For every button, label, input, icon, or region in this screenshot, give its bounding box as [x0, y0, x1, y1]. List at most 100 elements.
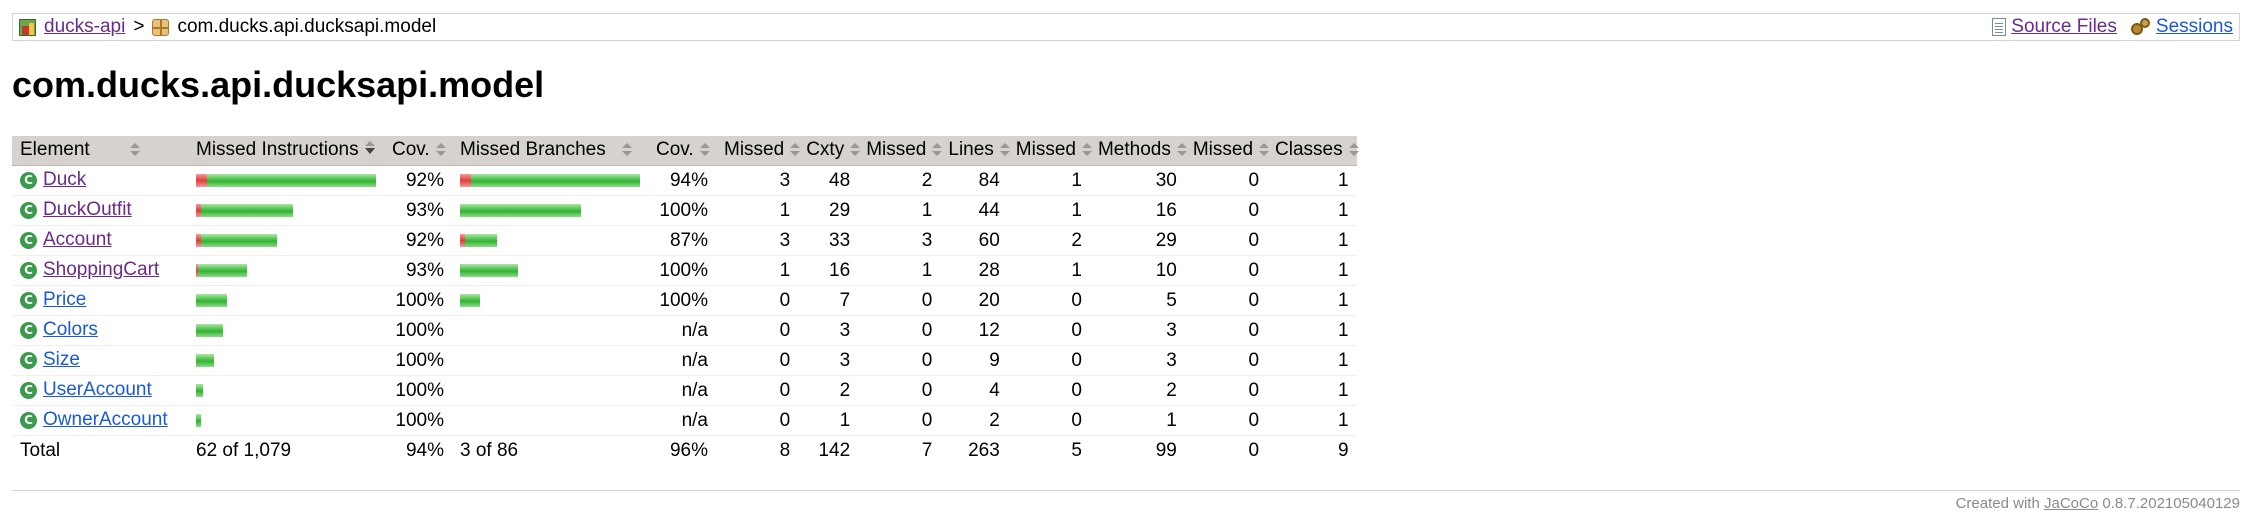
branch-coverage: n/a: [648, 315, 716, 346]
col-lines[interactable]: Lines: [940, 136, 1010, 166]
table-row: C Size 100% n/a 0 3 0 9 0 3 0 1: [12, 345, 1357, 376]
jacoco-link[interactable]: JaCoCo: [2044, 495, 2098, 512]
col-missed-lines[interactable]: Missed: [858, 136, 943, 166]
total-classes: 9: [1267, 435, 1357, 465]
missed-classes: 0: [1184, 315, 1268, 346]
total-missed-methods: 5: [1007, 435, 1090, 465]
branch-coverage: n/a: [648, 405, 716, 436]
element-cell: C DuckOutfit: [12, 195, 188, 226]
col-missed-methods[interactable]: Missed: [1007, 136, 1092, 166]
instr-coverage: 100%: [384, 285, 452, 316]
covered-bar-segment: [471, 174, 640, 187]
instructions-bar-cell: [188, 255, 384, 286]
class-link[interactable]: Price: [43, 289, 86, 310]
coverage-bar: [196, 384, 376, 397]
footer-prefix: Created with: [1955, 495, 2040, 512]
table-total-row: Total 62 of 1,079 94% 3 of 86 96% 8 142 …: [12, 435, 1357, 465]
col-missed-branches[interactable]: Missed Branches: [452, 136, 648, 166]
instr-coverage: 92%: [384, 165, 452, 196]
branch-coverage: 87%: [648, 225, 716, 256]
methods: 16: [1089, 195, 1185, 226]
class-link[interactable]: Duck: [43, 169, 86, 190]
coverage-bar: [460, 204, 640, 217]
coverage-bar: [196, 294, 376, 307]
lines: 20: [940, 285, 1008, 316]
col-missed-instructions[interactable]: Missed Instructions: [188, 136, 384, 166]
package-icon: [152, 18, 170, 36]
col-instr-coverage[interactable]: Cov.: [384, 136, 452, 166]
lines: 84: [940, 165, 1008, 196]
missed-methods: 1: [1007, 255, 1090, 286]
class-icon: C: [20, 231, 37, 249]
element-cell: C Size: [12, 345, 188, 376]
missed-lines: 2: [858, 165, 941, 196]
col-classes[interactable]: Classes: [1267, 136, 1359, 166]
element-cell: C Account: [12, 225, 188, 256]
class-link[interactable]: Size: [43, 349, 80, 370]
footer-version: 0.8.7.202105040129: [2102, 495, 2240, 512]
missed-methods: 0: [1007, 285, 1090, 316]
missed-cxty: 0: [716, 345, 799, 376]
class-link[interactable]: Colors: [43, 319, 98, 340]
methods: 10: [1089, 255, 1185, 286]
missed-cxty: 1: [716, 255, 799, 286]
missed-classes: 0: [1184, 165, 1268, 196]
branches-bar-cell: [452, 195, 648, 226]
coverage-bar: [460, 234, 640, 247]
methods: 5: [1089, 285, 1185, 316]
total-missed-lines: 7: [858, 435, 941, 465]
branches-bar-cell: [452, 345, 648, 376]
col-element[interactable]: Element: [12, 136, 188, 166]
col-methods[interactable]: Methods: [1089, 136, 1187, 166]
methods: 3: [1089, 345, 1185, 376]
lines: 9: [940, 345, 1008, 376]
total-branches: 3 of 86: [452, 435, 648, 465]
instructions-bar-cell: [188, 345, 384, 376]
missed-classes: 0: [1184, 375, 1268, 406]
missed-methods: 0: [1007, 345, 1090, 376]
instructions-bar-cell: [188, 315, 384, 346]
element-cell: C UserAccount: [12, 375, 188, 406]
table-row: C ShoppingCart 93% 100% 1 16 1 28 1 10 0 1: [12, 255, 1357, 286]
col-branch-coverage[interactable]: Cov.: [648, 136, 716, 166]
missed-methods: 0: [1007, 375, 1090, 406]
lines: 2: [940, 405, 1008, 436]
sessions-link[interactable]: Sessions: [2156, 16, 2233, 38]
branch-coverage: n/a: [648, 375, 716, 406]
source-files-link[interactable]: Source Files: [2011, 16, 2117, 38]
branches-bar-cell: [452, 165, 648, 196]
class-link[interactable]: ShoppingCart: [43, 259, 159, 280]
col-cxty[interactable]: Cxty: [798, 136, 861, 166]
classes: 1: [1267, 315, 1357, 346]
class-link[interactable]: OwnerAccount: [43, 409, 168, 430]
class-link[interactable]: UserAccount: [43, 379, 152, 400]
class-link[interactable]: DuckOutfit: [43, 199, 132, 220]
total-missed-classes: 0: [1184, 435, 1268, 465]
instructions-bar-cell: [188, 165, 384, 196]
class-icon: C: [20, 411, 37, 429]
instr-coverage: 100%: [384, 375, 452, 406]
missed-lines: 1: [858, 195, 941, 226]
instructions-bar-cell: [188, 405, 384, 436]
missed-classes: 0: [1184, 405, 1268, 436]
lines: 60: [940, 225, 1008, 256]
cxty: 7: [798, 285, 859, 316]
methods: 2: [1089, 375, 1185, 406]
footer: Created with JaCoCo 0.8.7.202105040129: [12, 490, 2240, 512]
report-link[interactable]: ducks-api: [44, 16, 125, 38]
table-header-row: Element Missed Instructions Cov. Missed …: [12, 136, 1359, 166]
classes: 1: [1267, 375, 1357, 406]
missed-cxty: 0: [716, 315, 799, 346]
col-missed-classes[interactable]: Missed: [1184, 136, 1270, 166]
col-missed-cxty[interactable]: Missed: [716, 136, 801, 166]
table-row: C OwnerAccount 100% n/a 0 1 0 2 0 1 0 1: [12, 405, 1357, 436]
coverage-bar: [460, 294, 640, 307]
breadcrumb-path: ducks-api > com.ducks.api.ducksapi.model: [19, 16, 436, 38]
class-link[interactable]: Account: [43, 229, 112, 250]
cxty: 16: [798, 255, 859, 286]
table-row: C Duck 92% 94% 3 48 2 84 1 30 0 1: [12, 165, 1357, 196]
missed-classes: 0: [1184, 225, 1268, 256]
instr-coverage: 93%: [384, 195, 452, 226]
missed-lines: 1: [858, 255, 941, 286]
element-cell: C Colors: [12, 315, 188, 346]
